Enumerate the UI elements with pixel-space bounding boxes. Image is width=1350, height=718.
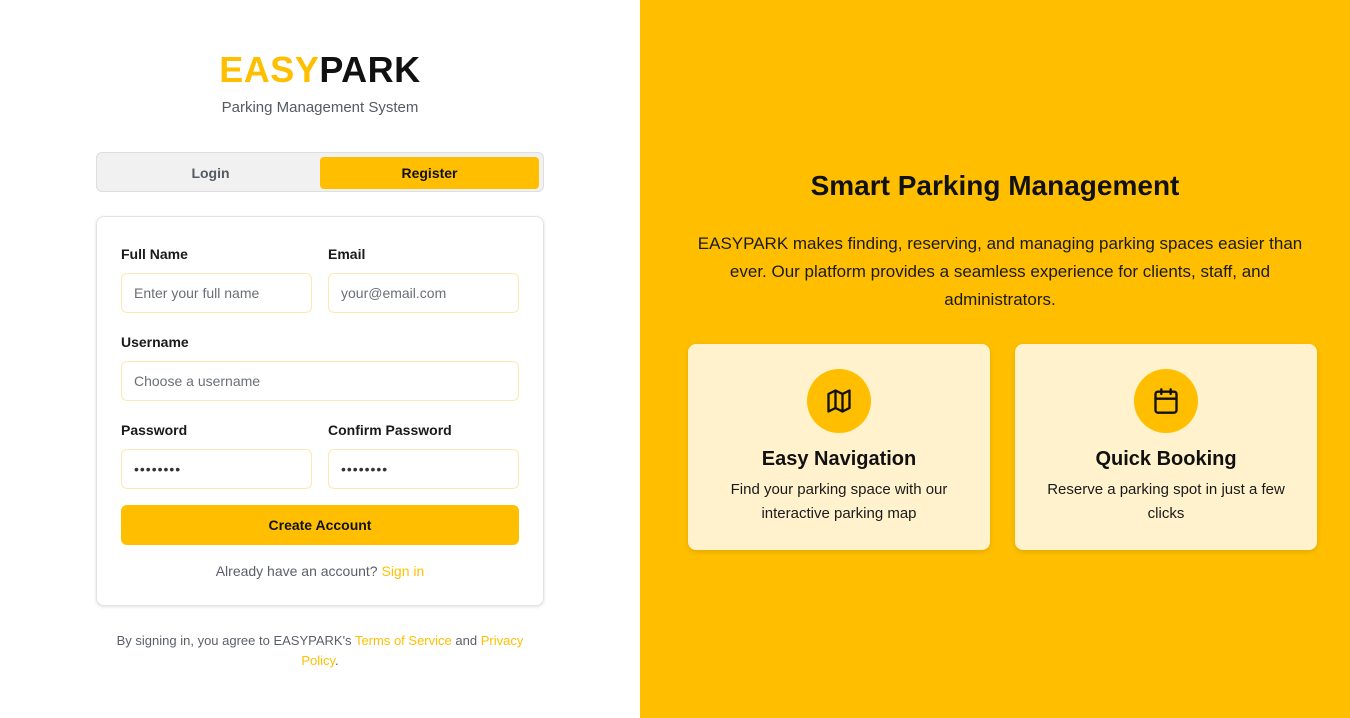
tab-login[interactable]: Login [101,157,320,189]
map-icon [827,389,851,413]
register-form-card: Full Name Email Username Password Confir… [96,216,544,606]
full-name-input[interactable] [121,273,312,313]
feature-icon-circle [1134,369,1198,433]
username-label: Username [121,334,189,350]
confirm-password-label: Confirm Password [328,422,452,438]
confirm-password-input[interactable] [328,449,519,489]
sign-in-link[interactable]: Sign in [381,563,424,579]
have-account-prompt: Already have an account? [215,563,378,579]
full-name-label: Full Name [121,246,188,262]
feature-card-easy-navigation: Easy Navigation Find your parking space … [688,344,990,550]
feature-title: Quick Booking [1095,448,1237,470]
calendar-icon [1154,388,1178,414]
password-label: Password [121,422,188,438]
marketing-panel: Smart Parking Management EASYPARK makes … [640,0,1350,718]
auth-panel: EASYPARK Parking Management System Login… [0,0,640,718]
hero-description: EASYPARK makes finding, reserving, and m… [697,234,1303,309]
feature-description: Reserve a parking spot in just a few cli… [1047,481,1285,522]
terms-prefix: By signing in, you agree to EASYPARK's [116,633,352,648]
tab-register[interactable]: Register [320,157,539,189]
logo-part-park: PARK [319,49,421,90]
feature-description: Find your parking space with our interac… [730,481,948,522]
create-account-button[interactable]: Create Account [121,505,519,545]
feature-title: Easy Navigation [761,448,917,470]
logo-part-easy: EASY [219,49,320,90]
hero-title: Smart Parking Management [810,170,1180,201]
have-account-text: Already have an account? Sign in [97,563,543,579]
email-label: Email [328,246,366,262]
auth-tabs: Login Register [96,152,544,192]
app-logo: EASYPARK [0,50,640,90]
feature-icon-circle [807,369,871,433]
email-input[interactable] [328,273,519,313]
terms-suffix: . [335,653,339,668]
terms-notice: By signing in, you agree to EASYPARK's T… [100,631,540,671]
app-subtitle: Parking Management System [221,99,419,116]
username-input[interactable] [121,361,519,401]
terms-and: and [455,633,478,648]
terms-of-service-link[interactable]: Terms of Service [355,633,452,648]
feature-card-quick-booking: Quick Booking Reserve a parking spot in … [1015,344,1317,550]
password-input[interactable] [121,449,312,489]
